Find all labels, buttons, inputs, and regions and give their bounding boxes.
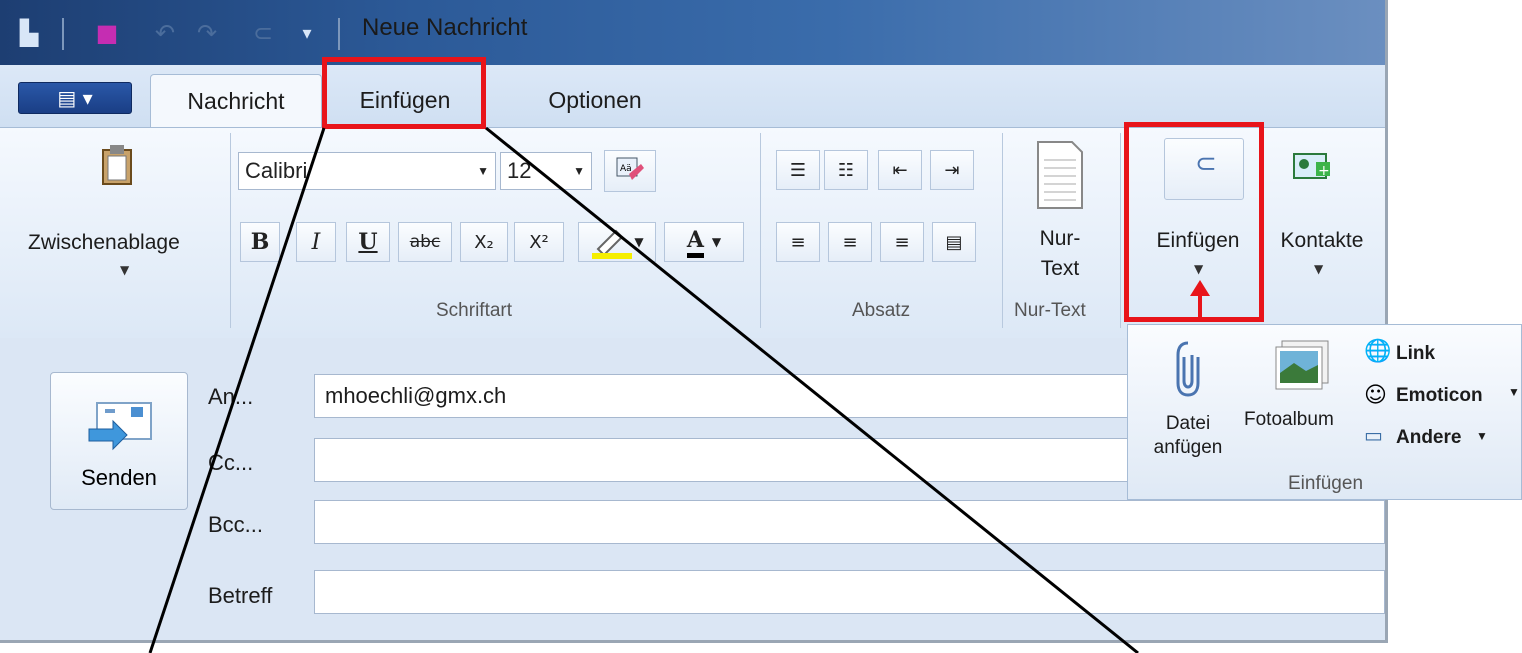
annotation-overlay (148, 126, 1210, 653)
callout-line-left (148, 127, 326, 653)
callout-line-right (485, 126, 1139, 653)
red-arrow-head (1190, 280, 1210, 296)
